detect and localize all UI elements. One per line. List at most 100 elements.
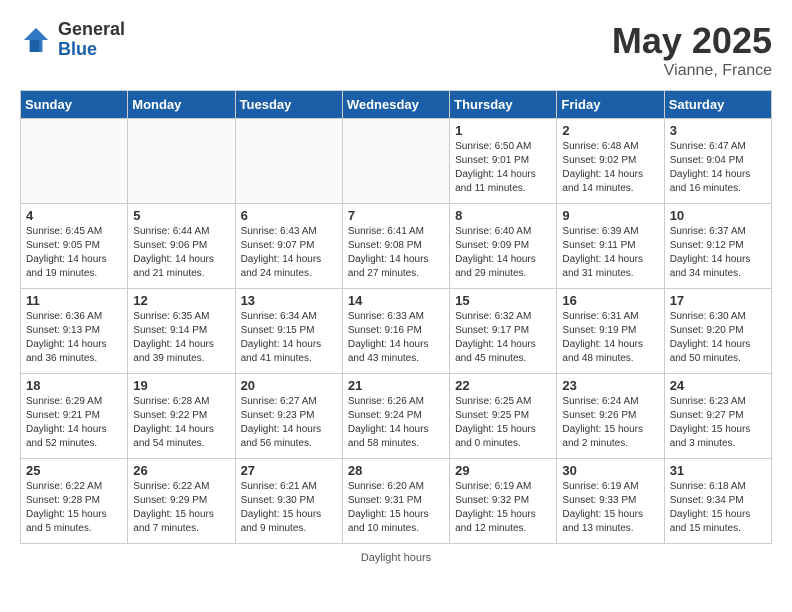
- day-number: 28: [348, 463, 444, 478]
- day-number: 15: [455, 293, 551, 308]
- day-number: 19: [133, 378, 229, 393]
- day-info: Sunrise: 6:22 AM Sunset: 9:28 PM Dayligh…: [26, 480, 122, 536]
- calendar-cell: 15 Sunrise: 6:32 AM Sunset: 9:17 PM Dayli…: [450, 289, 557, 374]
- day-info: Sunrise: 6:19 AM Sunset: 9:32 PM Dayligh…: [455, 480, 551, 536]
- calendar-cell: 11 Sunrise: 6:36 AM Sunset: 9:13 PM Dayli…: [21, 289, 128, 374]
- page-header: General Blue May 2025 Vianne, France: [20, 20, 772, 80]
- day-info: Sunrise: 6:50 AM Sunset: 9:01 PM Dayligh…: [455, 140, 551, 196]
- calendar-cell: [21, 119, 128, 204]
- logo-text: General Blue: [58, 20, 125, 60]
- day-of-week-header: Wednesday: [342, 91, 449, 119]
- day-number: 20: [241, 378, 337, 393]
- calendar-cell: 7 Sunrise: 6:41 AM Sunset: 9:08 PM Daylig…: [342, 204, 449, 289]
- day-info: Sunrise: 6:19 AM Sunset: 9:33 PM Dayligh…: [562, 480, 658, 536]
- calendar-cell: 13Sunrise: 6:34 AM Sunset: 9:15 PM Dayli…: [235, 289, 342, 374]
- day-of-week-header: Saturday: [664, 91, 771, 119]
- logo-blue-text: Blue: [58, 40, 125, 60]
- logo: General Blue: [20, 20, 125, 60]
- day-info: Sunrise: 6:26 AM Sunset: 9:24 PM Dayligh…: [348, 395, 444, 451]
- calendar-cell: 9Sunrise: 6:39 AM Sunset: 9:11 PM Daylig…: [557, 204, 664, 289]
- day-number: 14: [348, 293, 444, 308]
- title-block: May 2025 Vianne, France: [612, 20, 772, 80]
- day-number: 21: [348, 378, 444, 393]
- calendar-week-row: 18Sunrise: 6:29 AM Sunset: 9:21 PM Dayli…: [21, 374, 772, 459]
- day-info: Sunrise: 6:21 AM Sunset: 9:30 PM Dayligh…: [241, 480, 337, 536]
- day-number: 6: [241, 208, 337, 223]
- day-number: 9: [562, 208, 658, 223]
- day-number: 30: [562, 463, 658, 478]
- day-info: Sunrise: 6:32 AM Sunset: 9:17 PM Dayligh…: [455, 310, 551, 366]
- calendar-cell: 10 Sunrise: 6:37 AM Sunset: 9:12 PM Dayli…: [664, 204, 771, 289]
- calendar-cell: 1Sunrise: 6:50 AM Sunset: 9:01 PM Daylig…: [450, 119, 557, 204]
- day-number: 13: [241, 293, 337, 308]
- day-info: Sunrise: 6:47 AM Sunset: 9:04 PM Dayligh…: [670, 140, 766, 196]
- calendar-cell: 4Sunrise: 6:45 AM Sunset: 9:05 PM Daylig…: [21, 204, 128, 289]
- day-number: 10: [670, 208, 766, 223]
- day-number: 22: [455, 378, 551, 393]
- day-info: Sunrise: 6:43 AM Sunset: 9:07 PM Dayligh…: [241, 225, 337, 281]
- day-info: Sunrise: 6:36 AM Sunset: 9:13 PM Dayligh…: [26, 310, 122, 366]
- calendar-cell: 14 Sunrise: 6:33 AM Sunset: 9:16 PM Dayli…: [342, 289, 449, 374]
- calendar-cell: [342, 119, 449, 204]
- logo-icon: [20, 24, 52, 56]
- day-info: Sunrise: 6:25 AM Sunset: 9:25 PM Dayligh…: [455, 395, 551, 451]
- calendar-cell: 21 Sunrise: 6:26 AM Sunset: 9:24 PM Dayli…: [342, 374, 449, 459]
- calendar-header-row: SundayMondayTuesdayWednesdayThursdayFrid…: [21, 91, 772, 119]
- calendar-week-row: 1Sunrise: 6:50 AM Sunset: 9:01 PM Daylig…: [21, 119, 772, 204]
- day-number: 3: [670, 123, 766, 138]
- calendar-cell: 20Sunrise: 6:27 AM Sunset: 9:23 PM Dayli…: [235, 374, 342, 459]
- calendar-week-row: 25 Sunrise: 6:22 AM Sunset: 9:28 PM Dayli…: [21, 459, 772, 544]
- day-info: Sunrise: 6:33 AM Sunset: 9:16 PM Dayligh…: [348, 310, 444, 366]
- day-of-week-header: Sunday: [21, 91, 128, 119]
- day-number: 17: [670, 293, 766, 308]
- footer-text: Daylight hours: [361, 552, 431, 564]
- day-number: 2: [562, 123, 658, 138]
- day-of-week-header: Tuesday: [235, 91, 342, 119]
- day-info: Sunrise: 6:20 AM Sunset: 9:31 PM Dayligh…: [348, 480, 444, 536]
- calendar-cell: 22 Sunrise: 6:25 AM Sunset: 9:25 PM Dayli…: [450, 374, 557, 459]
- calendar-cell: 16 Sunrise: 6:31 AM Sunset: 9:19 PM Dayli…: [557, 289, 664, 374]
- day-of-week-header: Thursday: [450, 91, 557, 119]
- calendar-cell: [235, 119, 342, 204]
- day-info: Sunrise: 6:29 AM Sunset: 9:21 PM Dayligh…: [26, 395, 122, 451]
- day-info: Sunrise: 6:35 AM Sunset: 9:14 PM Dayligh…: [133, 310, 229, 366]
- footer: Daylight hours: [20, 552, 772, 564]
- day-info: Sunrise: 6:28 AM Sunset: 9:22 PM Dayligh…: [133, 395, 229, 451]
- day-number: 8: [455, 208, 551, 223]
- calendar-week-row: 11 Sunrise: 6:36 AM Sunset: 9:13 PM Dayli…: [21, 289, 772, 374]
- day-info: Sunrise: 6:37 AM Sunset: 9:12 PM Dayligh…: [670, 225, 766, 281]
- calendar-cell: 24Sunrise: 6:23 AM Sunset: 9:27 PM Dayli…: [664, 374, 771, 459]
- day-number: 11: [26, 293, 122, 308]
- month-title: May 2025: [612, 20, 772, 62]
- day-number: 25: [26, 463, 122, 478]
- calendar-week-row: 4Sunrise: 6:45 AM Sunset: 9:05 PM Daylig…: [21, 204, 772, 289]
- day-of-week-header: Monday: [128, 91, 235, 119]
- day-number: 27: [241, 463, 337, 478]
- calendar-cell: 26 Sunrise: 6:22 AM Sunset: 9:29 PM Dayli…: [128, 459, 235, 544]
- calendar-cell: 12 Sunrise: 6:35 AM Sunset: 9:14 PM Dayli…: [128, 289, 235, 374]
- calendar-cell: 28 Sunrise: 6:20 AM Sunset: 9:31 PM Dayli…: [342, 459, 449, 544]
- day-info: Sunrise: 6:48 AM Sunset: 9:02 PM Dayligh…: [562, 140, 658, 196]
- calendar-cell: 29Sunrise: 6:19 AM Sunset: 9:32 PM Dayli…: [450, 459, 557, 544]
- day-number: 31: [670, 463, 766, 478]
- day-info: Sunrise: 6:31 AM Sunset: 9:19 PM Dayligh…: [562, 310, 658, 366]
- calendar-cell: 6 Sunrise: 6:43 AM Sunset: 9:07 PM Daylig…: [235, 204, 342, 289]
- day-number: 12: [133, 293, 229, 308]
- calendar-cell: [128, 119, 235, 204]
- day-number: 26: [133, 463, 229, 478]
- day-number: 7: [348, 208, 444, 223]
- day-info: Sunrise: 6:41 AM Sunset: 9:08 PM Dayligh…: [348, 225, 444, 281]
- calendar-cell: 18Sunrise: 6:29 AM Sunset: 9:21 PM Dayli…: [21, 374, 128, 459]
- calendar-cell: 19 Sunrise: 6:28 AM Sunset: 9:22 PM Dayli…: [128, 374, 235, 459]
- calendar-table: SundayMondayTuesdayWednesdayThursdayFrid…: [20, 90, 772, 544]
- calendar-cell: 3 Sunrise: 6:47 AM Sunset: 9:04 PM Daylig…: [664, 119, 771, 204]
- day-of-week-header: Friday: [557, 91, 664, 119]
- day-number: 16: [562, 293, 658, 308]
- calendar-cell: 30 Sunrise: 6:19 AM Sunset: 9:33 PM Dayli…: [557, 459, 664, 544]
- calendar-cell: 27 Sunrise: 6:21 AM Sunset: 9:30 PM Dayli…: [235, 459, 342, 544]
- day-info: Sunrise: 6:23 AM Sunset: 9:27 PM Dayligh…: [670, 395, 766, 451]
- day-number: 4: [26, 208, 122, 223]
- day-info: Sunrise: 6:18 AM Sunset: 9:34 PM Dayligh…: [670, 480, 766, 536]
- day-info: Sunrise: 6:30 AM Sunset: 9:20 PM Dayligh…: [670, 310, 766, 366]
- day-info: Sunrise: 6:22 AM Sunset: 9:29 PM Dayligh…: [133, 480, 229, 536]
